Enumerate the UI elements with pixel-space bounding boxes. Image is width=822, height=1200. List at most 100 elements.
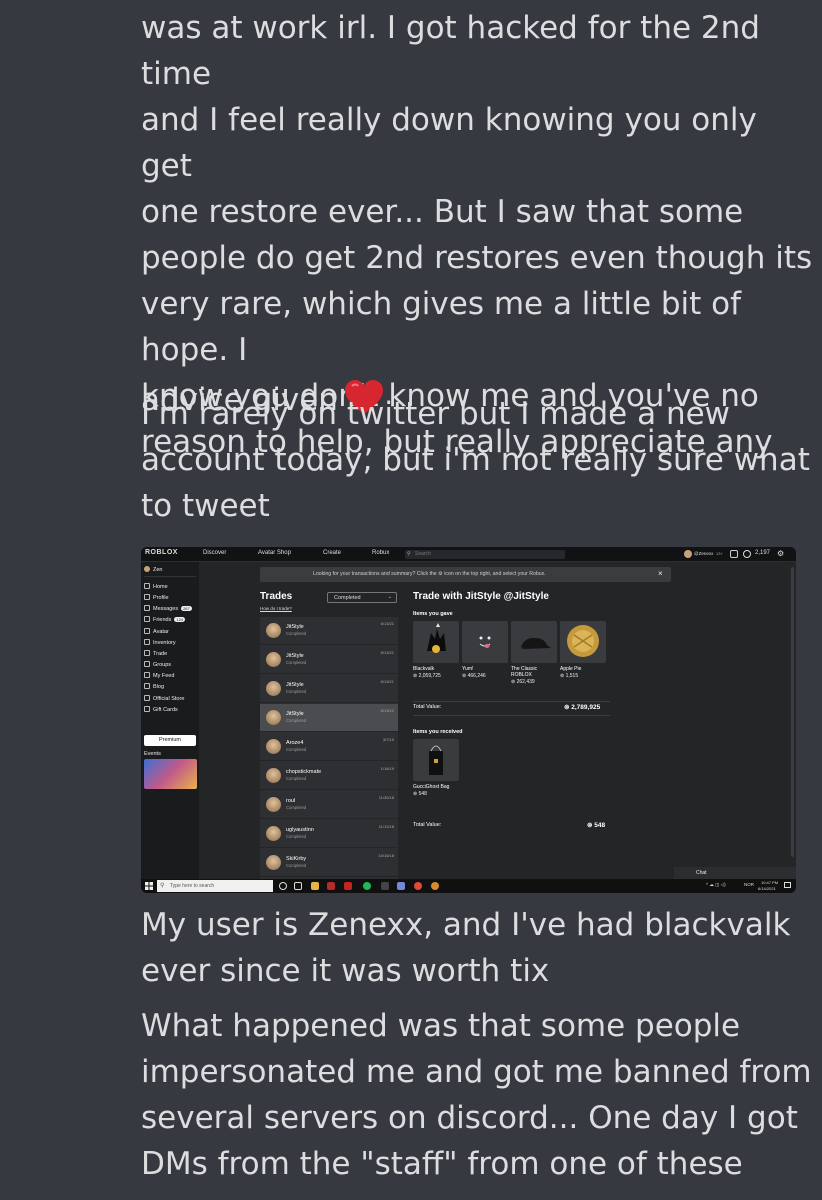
item-card-gucci-ghost-bag[interactable]: GucciGhost Bag ⊚ 548 <box>413 739 459 797</box>
spotify-icon[interactable] <box>363 882 371 890</box>
settings-gear-icon[interactable]: ⚙ <box>777 549 784 558</box>
trade-partner: SkiKirby <box>286 856 307 862</box>
item-price: ⊚ 466,246 <box>462 673 486 679</box>
avatar <box>266 826 281 841</box>
sidebar-item-home[interactable]: Home <box>144 583 168 590</box>
chrome-icon[interactable] <box>414 882 422 890</box>
app-icon[interactable] <box>344 882 352 890</box>
taskbar-language[interactable]: NOR <box>744 882 754 887</box>
trade-status: Completed <box>286 631 307 636</box>
trade-row[interactable]: Aroze4 Completed 3/7/19 <box>260 733 398 761</box>
app-icon[interactable] <box>327 882 335 890</box>
app-icon[interactable] <box>431 882 439 890</box>
windows-taskbar: ⚲ Type here to search ^ ☁ ◫ ◁) NOR 10:47… <box>141 879 796 893</box>
store-icon <box>144 695 150 701</box>
sidebar-item-trade[interactable]: Trade <box>144 650 167 657</box>
scrollbar[interactable] <box>791 567 794 857</box>
inventory-icon <box>144 639 150 645</box>
items-received-label: Items you received <box>413 729 463 735</box>
windows-start-icon[interactable] <box>145 882 153 890</box>
trade-row[interactable]: JitStyle Completed 6/13/21 <box>260 617 398 645</box>
tray-icons[interactable]: ^ ☁ ◫ ◁) <box>706 882 726 888</box>
item-thumbnail <box>462 621 508 663</box>
search-input[interactable]: ⚲ Search <box>405 550 565 559</box>
trade-row[interactable]: SkiKirby Completed 10/16/18 <box>260 849 398 877</box>
file-explorer-icon[interactable] <box>311 882 319 890</box>
sidebar-item-official-store[interactable]: Official Store <box>144 695 184 702</box>
item-thumbnail <box>511 621 557 663</box>
taskbar-date[interactable]: 6/14/2021 <box>758 886 776 891</box>
trade-row[interactable]: JitStyle Completed 6/13/21 <box>260 646 398 674</box>
nav-discover[interactable]: Discover <box>203 550 226 556</box>
sidebar-item-inventory[interactable]: Inventory <box>144 639 176 646</box>
trade-row[interactable]: roul Completed 11/30/18 <box>260 791 398 819</box>
sidebar-item-profile[interactable]: Profile <box>144 594 169 601</box>
sidebar-item-my-feed[interactable]: My Feed <box>144 672 174 679</box>
nav-avatar-shop[interactable]: Avatar Shop <box>258 550 291 556</box>
trade-date: 6/13/21 <box>380 621 394 626</box>
topbar-username[interactable]: @Zenexx <box>694 551 713 556</box>
trade-row[interactable]: JitStyle Completed 6/13/21 <box>260 675 398 703</box>
notifications-icon[interactable] <box>730 550 738 558</box>
task-view-icon[interactable] <box>294 882 302 890</box>
chat-button[interactable]: Chat <box>674 867 796 879</box>
trade-date: 10/16/18 <box>378 853 394 858</box>
nav-create[interactable]: Create <box>323 550 341 556</box>
trade-row[interactable]: chopstickmate Completed 1/16/19 <box>260 762 398 790</box>
sidebar-item-blog[interactable]: Blog <box>144 683 164 690</box>
cortana-icon[interactable] <box>279 882 287 890</box>
giftcard-icon <box>144 706 150 712</box>
sidebar-item-messages[interactable]: Messages 267 <box>144 605 192 612</box>
friends-icon <box>144 616 150 622</box>
trade-row-selected[interactable]: JitStyle Completed 6/13/21 <box>260 704 398 732</box>
trade-partner: JitStyle <box>286 624 304 630</box>
robux-balance[interactable]: 2,197 <box>755 550 770 556</box>
item-price: ⊚ 1,515 <box>560 673 579 679</box>
sidebar-item-avatar[interactable]: Avatar <box>144 628 169 635</box>
trade-date: 6/13/21 <box>380 679 394 684</box>
avatar <box>266 710 281 725</box>
sidebar-item-gift-cards[interactable]: Gift Cards <box>144 706 178 713</box>
item-card-classic-roblox[interactable]: The Classic ROBLOX ⊚ 262,439 <box>511 621 557 685</box>
discord-icon[interactable] <box>397 882 405 890</box>
events-label: Events <box>144 751 161 757</box>
avatar <box>266 855 281 870</box>
taskbar-search-input[interactable]: ⚲ Type here to search <box>157 880 273 892</box>
trade-status: Completed <box>286 718 307 723</box>
roblox-topbar: ROBLOX Discover Avatar Shop Create Robux… <box>141 547 796 562</box>
how-to-trade-link[interactable]: How do I trade? <box>260 606 292 611</box>
user-avatar-icon <box>144 566 150 572</box>
trade-date: 6/13/21 <box>380 650 394 655</box>
sidebar-item-friends[interactable]: Friends 124 <box>144 616 186 623</box>
item-card-blackvalk[interactable]: Blackvalk ⊚ 2,059,725 <box>413 621 459 679</box>
item-card-yum[interactable]: Yum! ⊚ 466,246 <box>462 621 508 679</box>
trade-filter-select[interactable]: Completed ⌄ <box>327 592 397 603</box>
premium-button[interactable]: Premium <box>144 735 196 746</box>
close-icon[interactable]: × <box>658 569 663 578</box>
blog-icon <box>144 683 150 689</box>
item-name: Blackvalk <box>413 666 435 672</box>
avatar <box>266 623 281 638</box>
search-icon: ⚲ <box>407 551 411 557</box>
trade-partner: chopstickmate <box>286 769 322 775</box>
embedded-screenshot[interactable]: ROBLOX Discover Avatar Shop Create Robux… <box>141 547 796 893</box>
chevron-down-icon: ⌄ <box>387 594 392 600</box>
sidebar-user[interactable]: Zen <box>144 566 162 573</box>
gave-total-value: ⊚ 2,789,925 <box>564 704 601 711</box>
app-icon[interactable] <box>381 882 389 890</box>
notification-center-icon[interactable] <box>784 882 791 888</box>
item-price: ⊚ 548 <box>413 791 427 797</box>
item-thumbnail <box>413 621 459 663</box>
nav-robux[interactable]: Robux <box>372 550 389 556</box>
trade-date: 11/30/18 <box>378 795 394 800</box>
events-banner[interactable] <box>144 759 197 789</box>
trade-row[interactable]: uglyaustinn Completed 11/12/18 <box>260 820 398 848</box>
robux-icon[interactable] <box>743 550 751 558</box>
roblox-logo[interactable]: ROBLOX <box>145 549 178 556</box>
trade-status: Completed <box>286 805 307 810</box>
item-card-apple-pie[interactable]: Apple Pie ⊚ 1,515 <box>560 621 606 679</box>
sidebar-item-groups[interactable]: Groups <box>144 661 171 668</box>
topbar-avatar-icon[interactable] <box>684 550 692 558</box>
taskbar-time[interactable]: 10:47 PM <box>761 880 778 885</box>
items-gave-label: Items you gave <box>413 611 453 617</box>
